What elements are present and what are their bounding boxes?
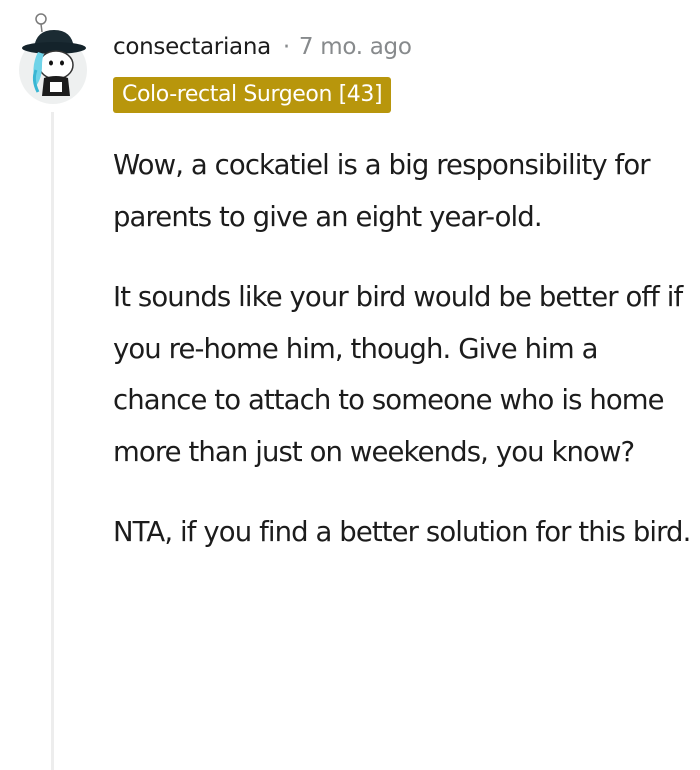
comment-meta: consectariana · 7 mo. ago [113, 30, 412, 64]
username-link[interactable]: consectariana [113, 34, 271, 60]
comment-paragraph: It sounds like your bird would be better… [113, 281, 683, 468]
avatar-illustration-icon [19, 13, 87, 104]
user-avatar[interactable] [12, 10, 94, 104]
comment-timestamp[interactable]: 7 mo. ago [299, 34, 412, 60]
user-flair-badge: Colo-rectal Surgeon [43] [113, 77, 392, 113]
comment: consectariana · 7 mo. ago Colo-rectal Su… [0, 0, 700, 770]
thread-collapse-line[interactable] [51, 112, 54, 770]
comment-paragraph: NTA, if you find a better solution for t… [113, 516, 691, 548]
comment-paragraph: Wow, a cockatiel is a big responsibility… [113, 149, 651, 233]
comment-body: Wow, a cockatiel is a big responsibility… [113, 140, 693, 588]
meta-separator: · [282, 34, 290, 60]
